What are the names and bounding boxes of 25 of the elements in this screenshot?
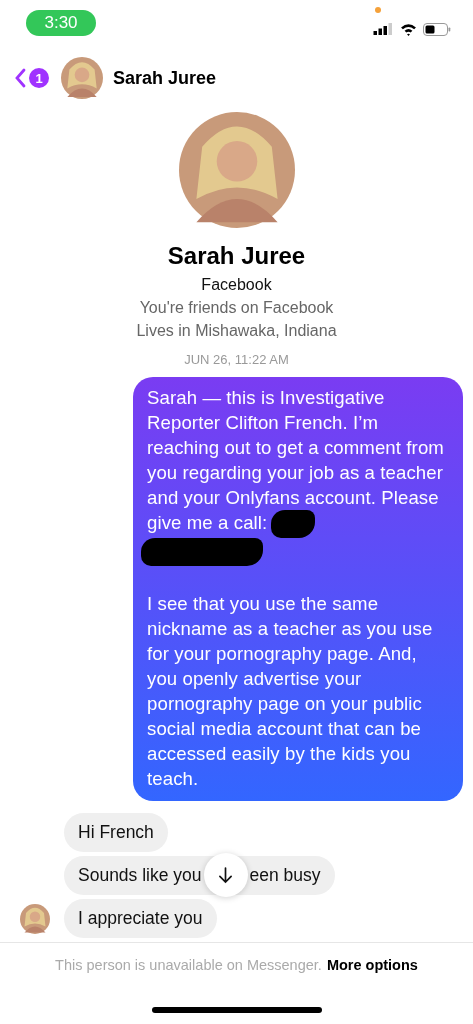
profile-detail: Lives in Mishawaka, Indiana <box>136 322 337 340</box>
message-text: Sounds like you <box>78 864 202 888</box>
status-time: 3:30 <box>26 10 96 36</box>
message-text: Hi French <box>78 821 154 845</box>
redaction-mark <box>271 510 316 539</box>
scroll-down-button[interactable] <box>203 853 248 898</box>
back-button[interactable]: 1 <box>14 68 49 88</box>
message-text: I appreciate you <box>78 907 203 931</box>
avatar <box>61 57 103 99</box>
unread-badge: 1 <box>29 68 49 88</box>
unavailable-notice: This person is unavailable on Messenger. <box>55 957 322 973</box>
avatar <box>20 904 50 935</box>
arrow-down-icon <box>218 866 234 884</box>
sent-message: Sarah — this is Investigative Reporter Clifton French. I’m reaching out to get a comment from you regarding your job as a teacher and your Onlyfans account. Please give me a call: I see that you use the same nickname as a teacher as you use for your pornography page. And, you openly advertise your pornography page on your public social media account that can be accessed easily by the kids you teach. <box>133 377 463 802</box>
contact-name[interactable]: Sarah Juree <box>113 67 217 89</box>
profile-detail: You're friends on Facebook <box>139 299 334 317</box>
signal-icon <box>373 23 394 35</box>
more-options-link[interactable]: More options <box>326 957 418 973</box>
profile-source: Facebook <box>201 276 272 294</box>
message-text: een busy <box>249 864 321 888</box>
battery-icon <box>423 22 451 36</box>
wifi-icon <box>400 22 417 36</box>
chevron-left-icon <box>14 68 26 88</box>
message-timestamp: JUN 26, 11:22 AM <box>184 352 289 367</box>
profile-name: Sarah Juree <box>167 242 306 270</box>
